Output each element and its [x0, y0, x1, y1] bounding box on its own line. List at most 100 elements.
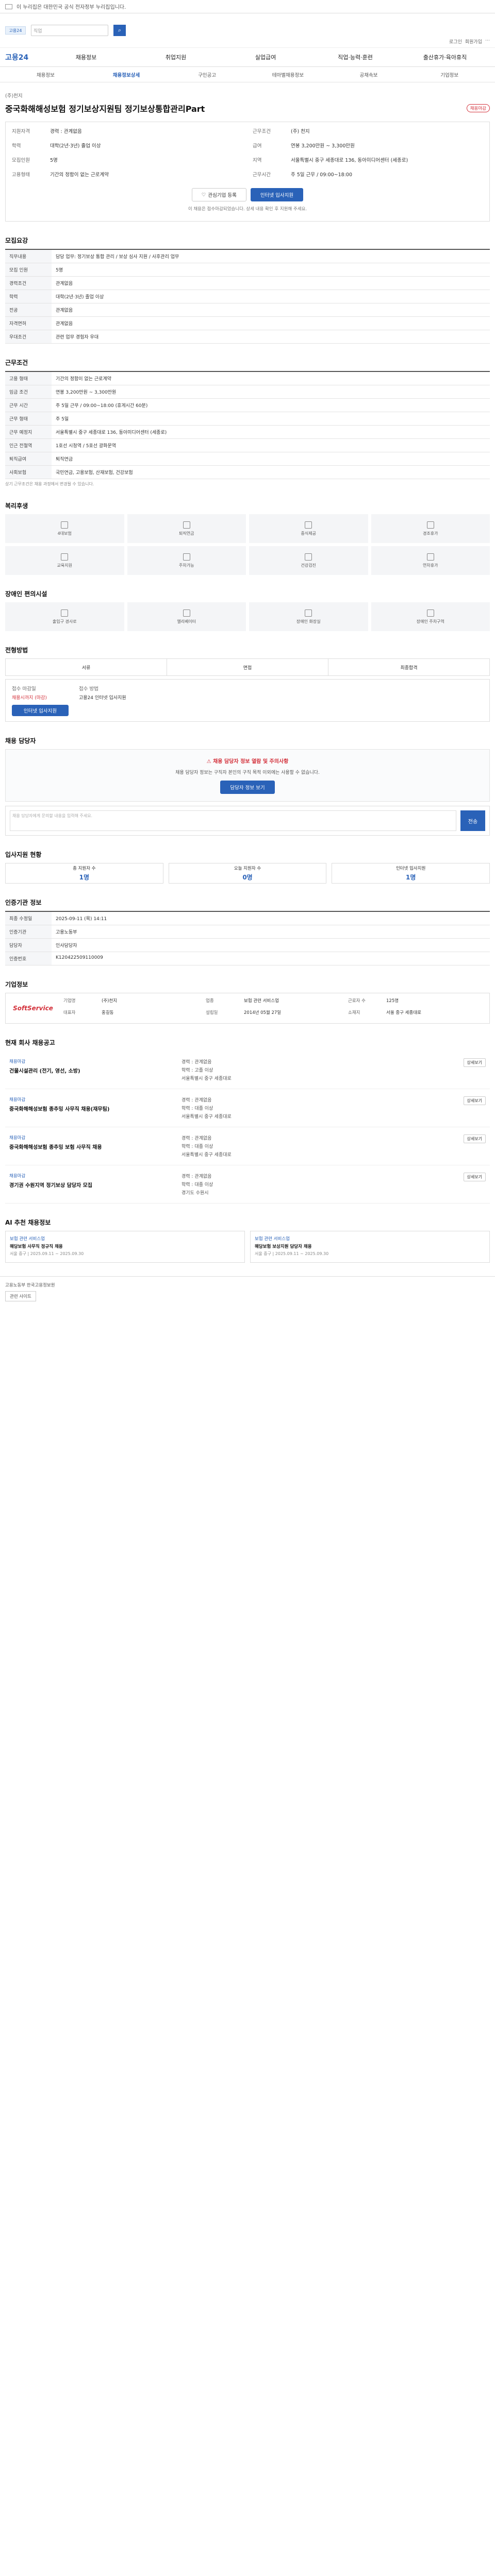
- row-value: 담당 업무: 정기보상 통합 관리 / 보상 심사 지원 / 사후관리 업무: [52, 249, 490, 263]
- job-left: 채용마감중국화해해성보험 종추밍 사무직 채용(재무팀): [9, 1096, 174, 1120]
- detail-button[interactable]: 상세보기: [463, 1096, 486, 1105]
- job-info-line: 학력 : 고졸 이상: [182, 1068, 213, 1073]
- company-label: 소재지: [348, 1010, 360, 1015]
- row-value: K120422509110009: [52, 952, 490, 965]
- benefit-icon: [183, 553, 190, 561]
- job-status: 채용마감: [9, 1136, 26, 1141]
- card-title: 해당보험 보상지원 담당자 채용: [255, 1244, 312, 1249]
- summary-label: 모집인원: [12, 158, 30, 163]
- row-label: 최종 수정일: [5, 911, 52, 925]
- job-status: 채용마감: [9, 1059, 26, 1064]
- job-title[interactable]: 건물시설관리 (전기, 영선, 소방): [9, 1066, 174, 1074]
- job-info: 경력 : 관계없음 학력 : 대졸 이상 서울특별시 중구 세종대로: [182, 1134, 422, 1158]
- stat-box: 총 지원자 수 1명: [5, 863, 163, 884]
- benefit-item: 장애인 주차구역: [371, 602, 490, 631]
- job-info-line: 경력 : 관계없음: [182, 1136, 212, 1141]
- job-title[interactable]: 경기권 수원지역 정기보상 담당자 모집: [9, 1181, 174, 1189]
- subnav-item[interactable]: 테마별채용정보: [248, 71, 328, 78]
- subnav-item[interactable]: 공채속보: [328, 71, 409, 78]
- contact-section: 채용 담당자 ⚠ 채용 담당자 정보 열람 및 주의사항 채용 담당자 정보는 …: [0, 725, 495, 839]
- recommend-card[interactable]: 보험 관련 서비스업 해당보험 사무직 정규직 채용 서울 중구 | 2025.09…: [5, 1231, 245, 1263]
- row-value: 서울특별시 중구 세종대로 136, 동아미디어센터 (세종로): [52, 425, 490, 439]
- nav-item-support[interactable]: 취업지원: [131, 53, 221, 61]
- row-label: 근무 형태: [5, 412, 52, 426]
- more-link[interactable]: ⋯: [485, 38, 490, 45]
- table-row: 최종 수정일 2025-09-11 (목) 14:11: [5, 911, 490, 925]
- row-value: 대학(2년·3년) 졸업 이상: [52, 290, 490, 303]
- benefit-icon: [305, 609, 312, 617]
- login-link[interactable]: 로그인: [449, 38, 462, 45]
- subnav-item[interactable]: 채용정보상세: [86, 71, 167, 78]
- job-title[interactable]: 중국화해해성보험 종추밍 사무직 채용(재무팀): [9, 1105, 174, 1112]
- table-row: 인증번호 K120422509110009: [5, 952, 490, 965]
- row-value: 관련 업무 경험자 우대: [52, 330, 490, 344]
- recommend-card[interactable]: 보험 관련 서비스업 해당보험 보상지원 담당자 채용 서울 중구 | 2025.0…: [250, 1231, 490, 1263]
- row-value: 2025-09-11 (목) 14:11: [52, 911, 490, 925]
- list-item[interactable]: 채용마감 경기권 수원지역 정기보상 담당자 모집 경력 : 관계없음 학력 : 대졸…: [5, 1165, 490, 1204]
- benefit-label: 출입구 경사로: [52, 619, 77, 624]
- detail-button[interactable]: 상세보기: [463, 1134, 486, 1143]
- summary-value: 연봉 3,200만원 ~ 3,300만원: [291, 143, 355, 149]
- benefit-item: 건강검진: [249, 546, 368, 575]
- job-title[interactable]: 중국화해해성보험 종추밍 보험 사무직 채용: [9, 1143, 174, 1150]
- job-info-line: 경력 : 관계없음: [182, 1098, 212, 1103]
- row-value: 퇴직연금: [52, 452, 490, 466]
- detail-button[interactable]: 상세보기: [463, 1058, 486, 1067]
- welfare-section: 복리후생 4대보험 퇴직연금 중식제공 경조휴가 교육지원 주차가능 건강검진 연차휴가: [0, 490, 495, 578]
- apply-button-2[interactable]: 인터넷 입사지원: [12, 705, 69, 716]
- benefit-label: 연차휴가: [423, 563, 438, 568]
- view-contact-button[interactable]: 담당자 정보 보기: [220, 781, 275, 794]
- stat-box: 오늘 지원자 수 0명: [168, 863, 327, 884]
- list-item[interactable]: 채용마감 중국화해해성보험 종추밍 사무직 채용(재무팀) 경력 : 관계없음 학력 …: [5, 1089, 490, 1127]
- company-box: SoftService 기업명 (주)천지 업종 보험 관련 서비스업 근로자 수 125…: [5, 993, 490, 1024]
- table-row: 인증기관 고용노동부: [5, 925, 490, 939]
- subnav-item[interactable]: 구인공고: [167, 71, 248, 78]
- row-label: 인증번호: [5, 952, 52, 965]
- row-value: 주 5일 근무 / 09:00~18:00 (휴게시간 60분): [52, 398, 490, 412]
- job-info: 경력 : 관계없음 학력 : 고졸 이상 서울특별시 중구 세종대로: [182, 1058, 422, 1081]
- subnav-item[interactable]: 기업정보: [409, 71, 490, 78]
- recruit-table: 직무내용 담당 업무: 정기보상 통합 관리 / 보상 심사 지원 / 사후관리 …: [5, 249, 490, 344]
- job-status: 채용마감: [9, 1097, 26, 1103]
- nav-item-jobs[interactable]: 채용정보: [41, 53, 131, 61]
- list-item[interactable]: 채용마감중국화해해성보험 종추밍 보험 사무직 채용 경력 : 관계없음 학력 : …: [5, 1127, 490, 1165]
- section-title: 현재 회사 채용공고: [5, 1039, 55, 1046]
- company-logo: SoftService: [13, 1005, 53, 1012]
- company-row: 업종 보험 관련 서비스업: [206, 997, 343, 1004]
- list-item[interactable]: 채용마감건물시설관리 (전기, 영선, 소방) 경력 : 관계없음 학력 : 고졸 …: [5, 1051, 490, 1089]
- related-sites-select[interactable]: 관련 사이트: [5, 1291, 36, 1301]
- site-logo[interactable]: 고용24: [5, 26, 26, 35]
- search-button[interactable]: ⌕: [113, 25, 126, 36]
- condition-section: 근무조건 고용 형태 기간의 정함이 없는 근로계약 임금 조건 연봉 3,200만원…: [0, 347, 495, 490]
- row-label: 담당자: [5, 938, 52, 952]
- row-value: 관계없음: [52, 303, 490, 317]
- card-title: 해당보험 사무직 정규직 채용: [10, 1244, 63, 1249]
- interest-button[interactable]: ♡ 관심기업 등록: [191, 188, 246, 201]
- nav-home[interactable]: 고용24: [5, 52, 41, 62]
- nav-item-benefit[interactable]: 실업급여: [221, 53, 310, 61]
- table-row: 우대조건 관련 업무 경험자 우대: [5, 330, 490, 344]
- company-row: 근로자 수 125명: [348, 997, 485, 1004]
- table-row: 인근 전철역 1호선 시청역 / 5호선 광화문역: [5, 438, 490, 452]
- search-input[interactable]: 직업: [31, 25, 108, 36]
- benefit-label: 경조휴가: [423, 531, 438, 536]
- inquiry-textarea[interactable]: 채용 담당자에게 문의할 내용을 입력해 주세요.: [10, 810, 456, 831]
- benefit-label: 장애인 주차구역: [416, 619, 444, 624]
- stat-value: 0명: [242, 874, 253, 881]
- benefit-icon: [426, 521, 434, 529]
- detail-button[interactable]: 상세보기: [463, 1173, 486, 1181]
- card-detail: 서울 중구 | 2025.09.11 ~ 2025.09.30: [10, 1251, 84, 1256]
- apply-method: 고용24 인터넷 입사지원: [79, 696, 126, 701]
- summary-value: 경력 : 관계없음: [50, 129, 82, 134]
- table-row: 고용 형태 기간의 정함이 없는 근로계약: [5, 371, 490, 385]
- subnav-item[interactable]: 채용정보: [5, 71, 86, 78]
- nav-item-training[interactable]: 직업·능력·훈련: [310, 53, 400, 61]
- row-value: 기간의 정함이 없는 근로계약: [52, 371, 490, 385]
- company-row: 기업명 (주)천지: [63, 997, 201, 1004]
- nav-item-leave[interactable]: 출산휴가·육아휴직: [400, 53, 490, 61]
- job-info: 경력 : 관계없음 학력 : 대졸 이상 경기도 수원시: [182, 1173, 422, 1196]
- info-table: 최종 수정일 2025-09-11 (목) 14:11 인증기관 고용노동부 담당자 인사…: [5, 911, 490, 965]
- apply-button[interactable]: 인터넷 입사지원: [250, 188, 304, 201]
- send-button[interactable]: 전송: [460, 810, 485, 831]
- join-link[interactable]: 회원가입: [465, 38, 482, 45]
